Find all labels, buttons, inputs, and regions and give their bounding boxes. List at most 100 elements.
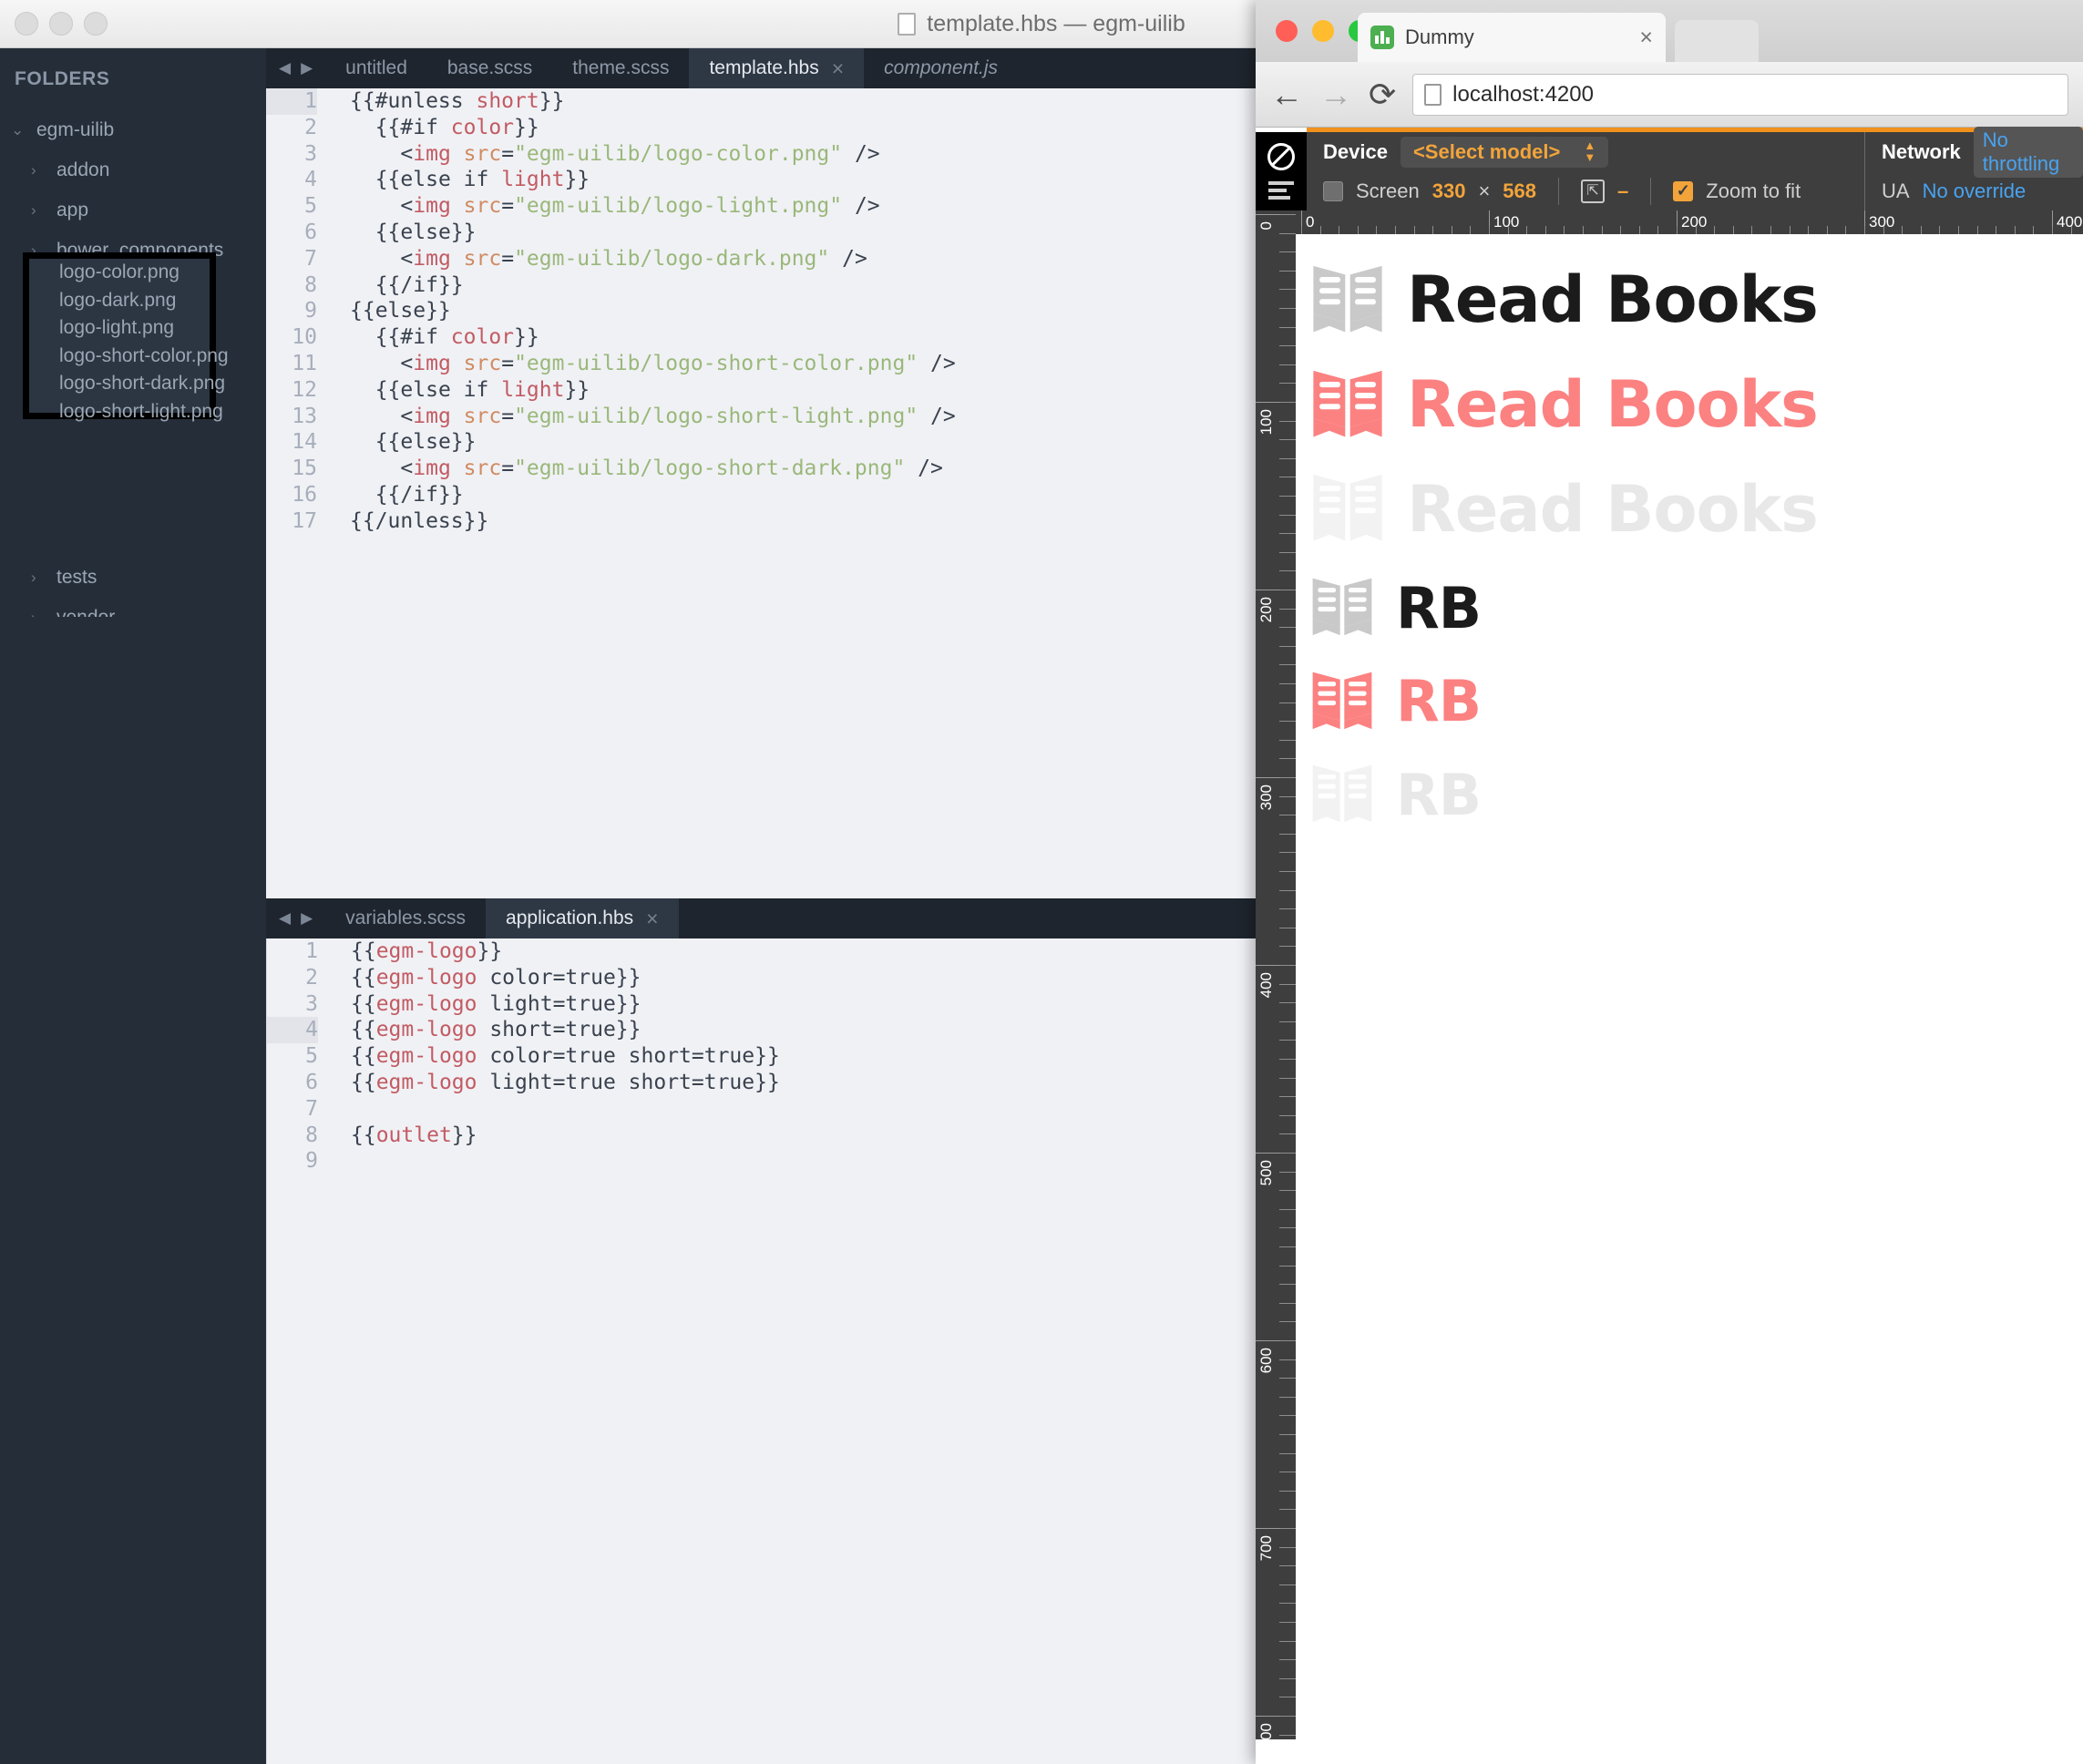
bottom-pane-code[interactable]: {{egm-logo}} {{egm-logo color=true}} {{egm… [333,938,780,1174]
back-icon[interactable]: ← [1270,77,1303,111]
new-tab-button[interactable] [1675,20,1759,62]
chevron-right-icon[interactable]: › [31,161,51,179]
browser-traffic-lights[interactable] [1276,20,1370,42]
code-line[interactable]: {{/if}} [350,272,956,299]
code-line[interactable]: {{egm-logo color=true}} [351,965,780,991]
menu-bars-icon[interactable] [1268,181,1294,200]
code-line[interactable]: {{egm-logo}} [351,938,780,965]
browser-close-button[interactable] [1276,20,1298,42]
ruler-minor-tick [1902,226,1903,234]
code-line[interactable]: <img src="egm-uilib/logo-short-light.png… [350,404,955,430]
code-line[interactable]: {{outlet}} [351,1123,780,1149]
code-line[interactable] [351,1096,780,1123]
code-token: src [463,404,502,428]
browser-tab-dummy[interactable]: Dummy × [1358,13,1666,62]
code-line[interactable]: {{egm-logo color=true short=true}} [351,1043,780,1070]
code-line[interactable]: <img src="egm-uilib/logo-light.png" /> [350,193,956,220]
highlighted-file-item[interactable]: logo-short-light.png [29,398,223,426]
code-line[interactable]: {{egm-logo short=true}} [351,1017,780,1043]
zoom-to-fit-checkbox[interactable]: ✓ [1673,180,1694,201]
screen-scale-value[interactable]: – [1617,179,1628,203]
code-line[interactable]: {{#unless short}} [350,88,956,115]
code-line[interactable] [351,1148,780,1174]
highlighted-file-item[interactable]: logo-light.png [29,314,210,343]
highlighted-file-item[interactable]: logo-short-color.png [29,343,229,371]
reload-icon[interactable]: ⟳ [1369,77,1396,111]
tree-item[interactable]: › addon [0,150,266,190]
code-line[interactable]: {{/if}} [350,482,956,508]
chevron-updown-icon[interactable]: ▲ ▼ [1584,139,1596,163]
code-line[interactable]: <img src="egm-uilib/logo-short-dark.png"… [350,456,956,482]
network-row[interactable]: Network No throttling [1865,126,2083,178]
devtools-device-toolbar[interactable]: Device <Select model> ▲ ▼ Screen 330 × 56… [1256,126,2083,210]
close-icon[interactable]: × [832,57,844,79]
rendered-page[interactable]: Read Books Read Books Read Books RB RB RB [1296,234,2083,1739]
ruler-minor-tick [1279,1622,1296,1623]
page-info-icon[interactable] [1424,83,1442,106]
code-line[interactable]: {{egm-logo light=true}} [351,991,780,1018]
logo-files-highlight-box: logo-color.png logo-dark.png logo-light.pn… [23,252,229,422]
ruler-tick-label: 800 [1257,1723,1275,1739]
code-line[interactable]: {{else}} [350,298,956,324]
chevron-right-icon[interactable]: › [31,201,51,220]
highlighted-file-item[interactable]: logo-short-dark.png [29,370,225,398]
top-pane-tab-nav[interactable]: ◀ ▶ [266,48,325,88]
ua-row[interactable]: UA No override [1865,171,2083,210]
code-line[interactable]: <img src="egm-uilib/logo-dark.png" /> [350,246,956,272]
code-line[interactable]: {{egm-logo light=true short=true}} [351,1070,780,1096]
code-line[interactable]: {{/unless}} [350,508,956,535]
network-throttle-value[interactable]: No throttling [1973,126,2083,178]
close-icon[interactable]: × [646,908,658,929]
line-number: 11 [292,351,317,375]
address-bar[interactable]: localhost:4200 [1412,73,2068,116]
tab-next-icon[interactable]: ▶ [301,909,313,928]
forward-icon[interactable]: → [1319,77,1352,111]
code-line[interactable]: {{else}} [350,429,956,456]
devtools-side-icons[interactable] [1256,132,1307,210]
top-pane-code[interactable]: {{#unless short}} {{#if color}} <img src… [332,88,956,535]
no-entry-icon[interactable] [1267,143,1295,170]
code-line[interactable]: {{#if color}} [350,324,956,351]
code-line[interactable]: {{else if light}} [350,167,956,193]
editor-tab[interactable]: template.hbs × [689,48,865,88]
code-token: light [501,168,565,192]
editor-tab[interactable]: variables.scss [325,898,486,938]
tab-prev-icon[interactable]: ◀ [279,909,291,928]
tree-item[interactable]: ⌄ egm-uilib [0,110,266,150]
highlighted-file-item[interactable]: logo-dark.png [29,287,210,315]
code-line[interactable]: {{#if color}} [350,115,956,141]
tree-item[interactable]: › app [0,190,266,231]
device-viewport[interactable]: 0 100 200 300 400 500 600 700 800 0 100 200 300 400 … [1256,210,2083,1739]
open-book-icon [1313,475,1382,541]
device-model-select[interactable]: <Select model> ▲ ▼ [1400,136,1609,168]
editor-tab[interactable]: theme.scss [552,48,689,88]
browser-minimize-button[interactable] [1312,20,1334,42]
screen-checkbox[interactable] [1323,180,1343,201]
code-line[interactable]: {{else}} [350,220,956,246]
bottom-pane-tab-nav[interactable]: ◀ ▶ [266,898,325,938]
code-line[interactable]: {{else if light}} [350,377,956,404]
tree-item[interactable]: › tests [0,558,266,598]
editor-tab[interactable]: component.js [864,48,1018,88]
ruler-minor-tick [1279,1528,1296,1529]
editor-tab[interactable]: application.hbs × [486,898,679,938]
devtools-network-section[interactable]: Network No throttling UA No override [1864,126,2083,210]
chevron-right-icon[interactable]: › [31,569,51,587]
highlighted-file-item[interactable]: logo-color.png [29,259,210,287]
screen-size-row[interactable]: Screen 330 × 568 ⇱ – ✓ Zoom to fit [1307,171,1864,210]
code-line[interactable]: <img src="egm-uilib/logo-color.png" /> [350,141,956,168]
device-model-row[interactable]: Device <Select model> ▲ ▼ [1307,132,1864,171]
screen-width-value[interactable]: 330 [1432,179,1466,203]
chevron-down-icon[interactable]: ⌄ [11,121,31,139]
tab-next-icon[interactable]: ▶ [301,59,313,77]
tab-prev-icon[interactable]: ◀ [279,59,291,77]
editor-tab[interactable]: untitled [325,48,427,88]
screen-height-value[interactable]: 568 [1503,179,1536,203]
open-book-icon [1312,578,1372,636]
ua-override-value[interactable]: No override [1923,179,2027,203]
code-line[interactable]: <img src="egm-uilib/logo-short-color.png… [350,351,955,377]
close-icon[interactable]: × [1639,25,1653,51]
resize-icon[interactable]: ⇱ [1581,179,1606,203]
editor-tab[interactable]: base.scss [427,48,552,88]
browser-toolbar[interactable]: ← → ⟳ localhost:4200 [1256,62,2083,128]
